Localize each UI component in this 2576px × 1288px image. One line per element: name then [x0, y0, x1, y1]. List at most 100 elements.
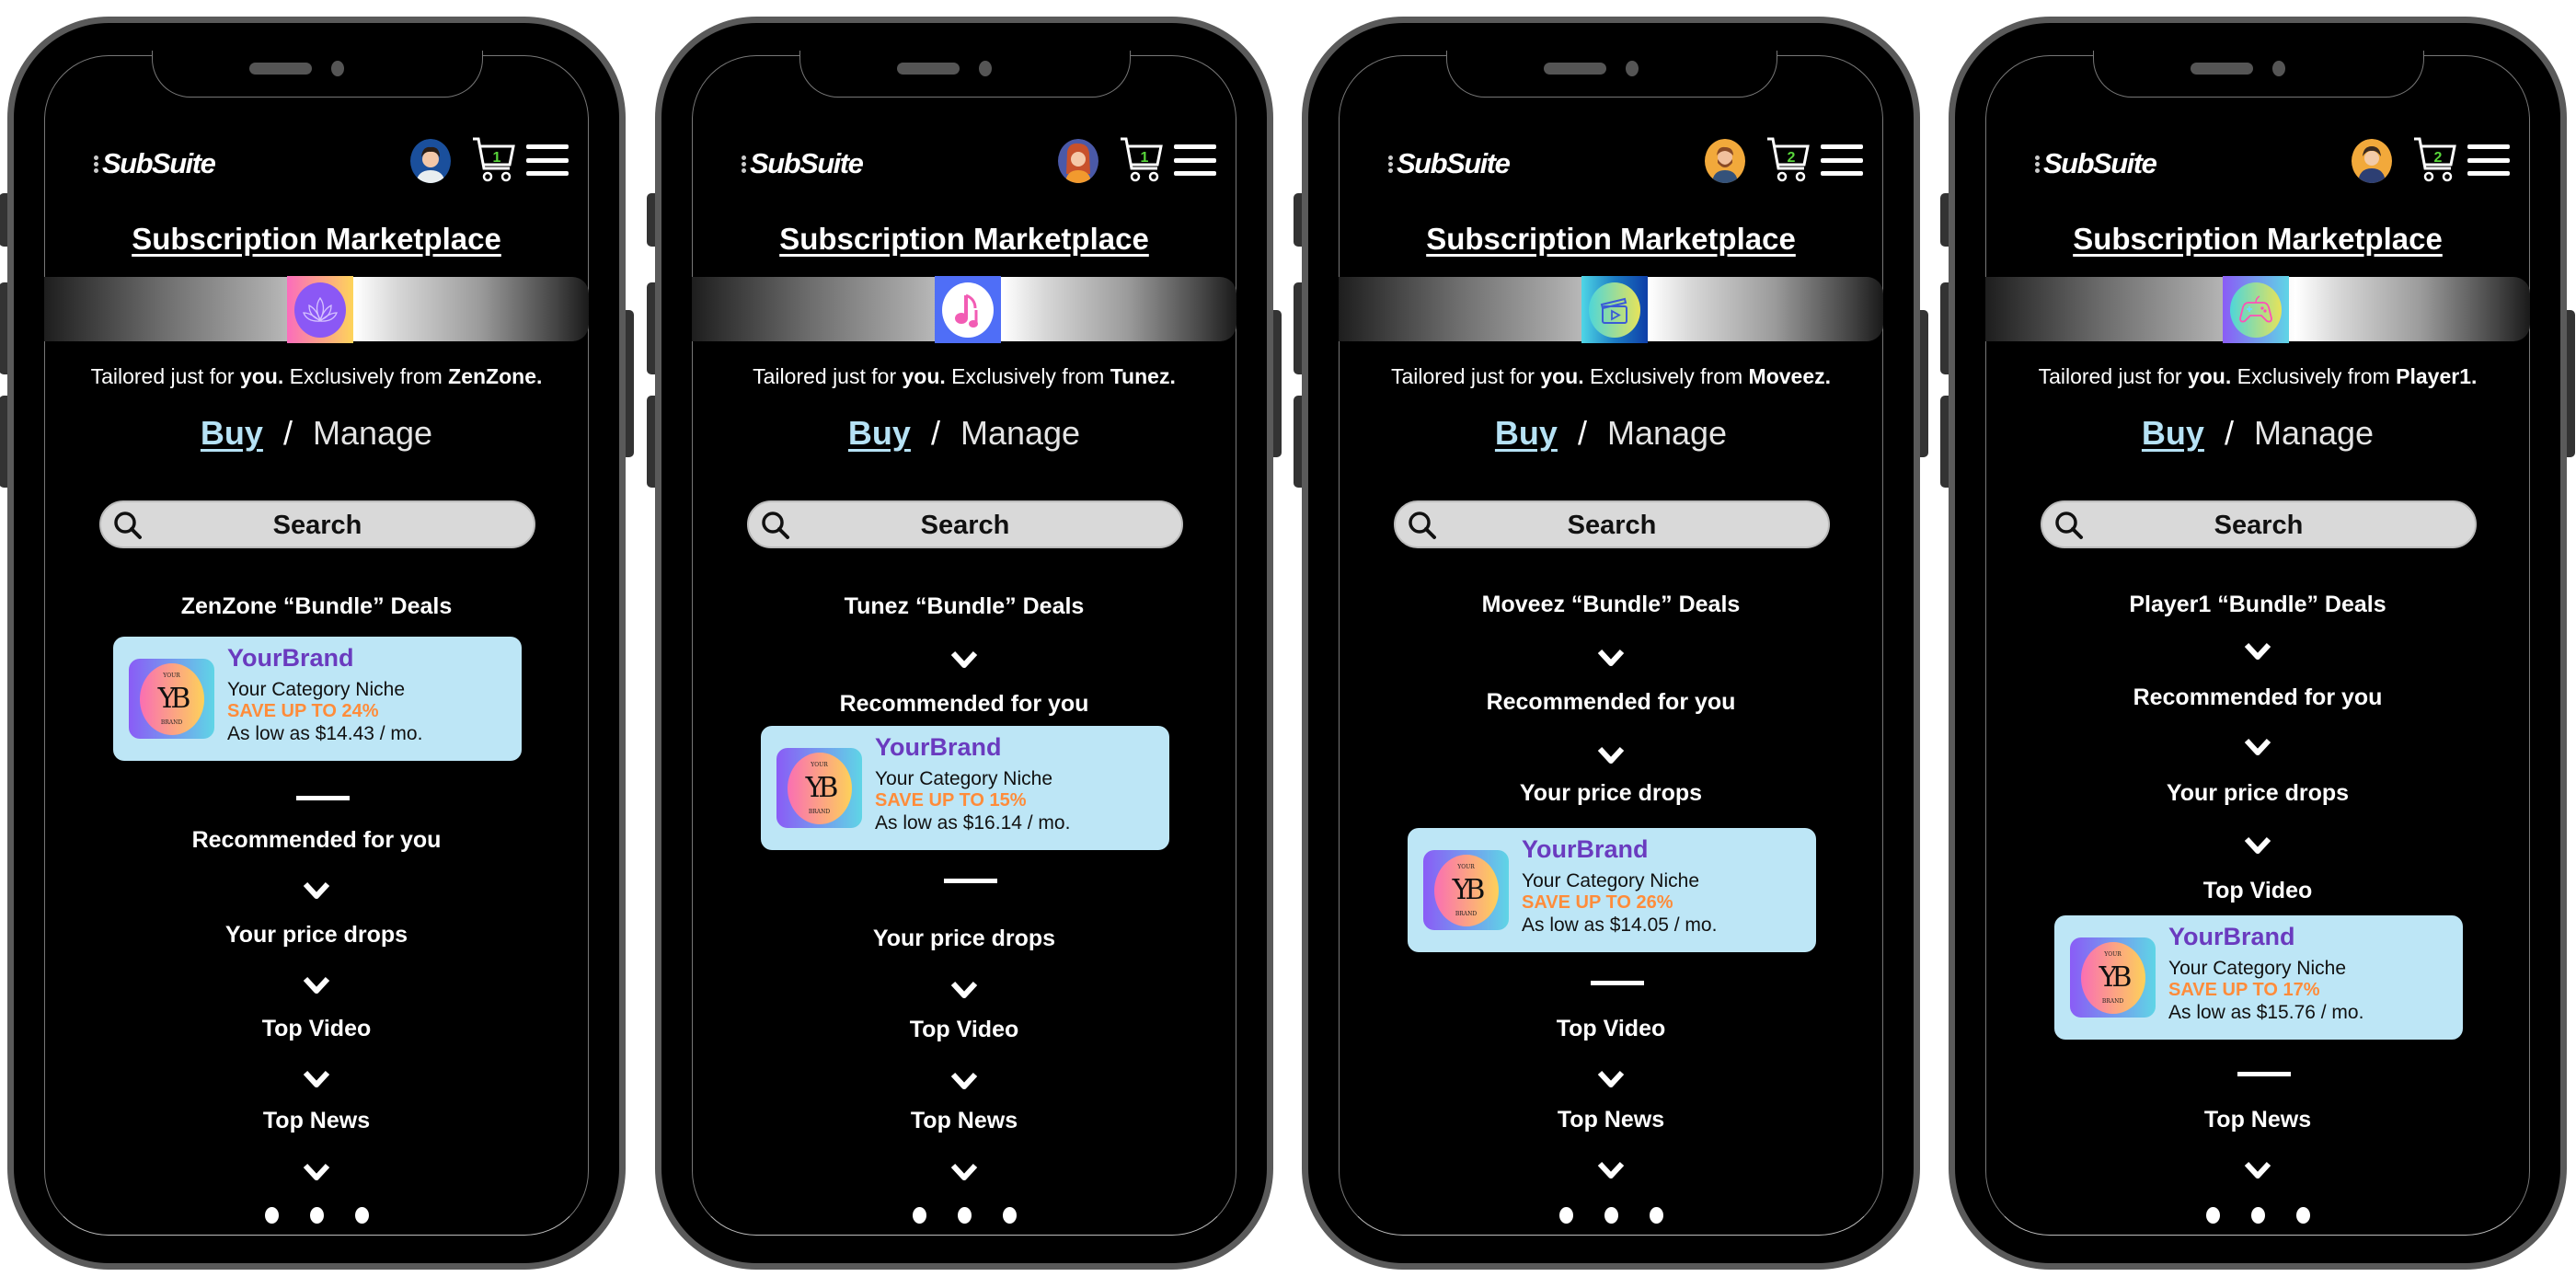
more-dots-icon[interactable]: [1955, 1207, 2560, 1224]
expand-top-news[interactable]: [1308, 1160, 1914, 1180]
user-avatar[interactable]: [410, 139, 451, 183]
section-recommended[interactable]: Recommended for you: [1955, 684, 2560, 711]
section-top-news[interactable]: Top News: [661, 1108, 1267, 1134]
collapse-bar[interactable]: [1591, 981, 1644, 985]
search-bar[interactable]: Search: [1394, 500, 1830, 548]
expand-top-video[interactable]: [14, 1069, 619, 1089]
collapse-bar[interactable]: [944, 879, 997, 883]
section-bundle-deals[interactable]: ZenZone “Bundle” Deals: [14, 593, 619, 620]
search-bar[interactable]: Search: [99, 500, 535, 548]
cart-icon[interactable]: 1: [471, 135, 515, 183]
more-dots-icon[interactable]: [661, 1207, 1267, 1224]
section-top-video[interactable]: Top Video: [1308, 1016, 1914, 1042]
tagline: Tailored just for you. Exclusively from …: [661, 364, 1267, 389]
search-bar[interactable]: Search: [747, 500, 1183, 548]
tagline-prefix: Tailored just for: [1390, 364, 1541, 388]
section-price-drops[interactable]: Your price drops: [1308, 780, 1914, 807]
subsuite-logo[interactable]: SubSuite: [2035, 147, 2157, 180]
section-top-news[interactable]: Top News: [1955, 1107, 2560, 1133]
section-recommended[interactable]: Recommended for you: [14, 827, 619, 854]
section-price-drops[interactable]: Your price drops: [14, 922, 619, 949]
expand-top-news[interactable]: [661, 1162, 1267, 1182]
hamburger-menu-icon[interactable]: [1821, 144, 1863, 176]
expand-price-drops[interactable]: [661, 980, 1267, 1000]
hamburger-menu-icon[interactable]: [526, 144, 569, 176]
section-top-video[interactable]: Top Video: [1955, 878, 2560, 904]
section-top-video[interactable]: Top Video: [14, 1016, 619, 1042]
cart-icon[interactable]: 1: [1119, 135, 1163, 183]
deal-card[interactable]: YOUR YB BRAND YourBrand Your Category Nich…: [761, 726, 1169, 850]
provider-icon-tile[interactable]: [1581, 276, 1648, 343]
deal-card[interactable]: YOUR YB BRAND YourBrand Your Category Nich…: [1408, 828, 1816, 952]
section-top-news[interactable]: Top News: [1308, 1107, 1914, 1133]
expand-bundle-deals[interactable]: [1308, 648, 1914, 668]
collapse-bar[interactable]: [2237, 1072, 2291, 1076]
expand-top-video[interactable]: [1308, 1069, 1914, 1089]
tab-separator: /: [1577, 414, 1587, 452]
user-avatar[interactable]: [1705, 139, 1745, 183]
section-recommended[interactable]: Recommended for you: [661, 691, 1267, 718]
cart-icon[interactable]: 2: [1765, 135, 1810, 183]
provider-icon-tile[interactable]: [2223, 276, 2289, 343]
tab-buy[interactable]: Buy: [2142, 414, 2204, 453]
avatar-woman-icon: [1058, 139, 1098, 183]
tab-manage[interactable]: Manage: [2254, 414, 2374, 453]
tab-separator: /: [2224, 414, 2234, 452]
tab-manage[interactable]: Manage: [960, 414, 1080, 453]
provider-icon-tile[interactable]: [287, 276, 353, 343]
logo-text: SubSuite: [2043, 147, 2157, 179]
tab-buy[interactable]: Buy: [848, 414, 911, 453]
search-input[interactable]: Search: [749, 511, 1181, 541]
user-avatar[interactable]: [2352, 139, 2392, 183]
subsuite-logo[interactable]: SubSuite: [1388, 147, 1511, 180]
expand-top-news[interactable]: [1955, 1160, 2560, 1180]
section-price-drops[interactable]: Your price drops: [661, 926, 1267, 952]
cart-count: 1: [493, 150, 501, 166]
expand-recommended[interactable]: [14, 880, 619, 901]
expand-bundle-deals[interactable]: [661, 650, 1267, 670]
cart-count: 2: [2434, 150, 2443, 166]
expand-price-drops[interactable]: [1955, 835, 2560, 856]
search-input[interactable]: Search: [101, 511, 534, 541]
chevron-down-icon: [1597, 1161, 1625, 1179]
section-top-news[interactable]: Top News: [14, 1108, 619, 1134]
chevron-down-icon: [2244, 738, 2271, 755]
chevron-down-icon: [303, 1163, 330, 1180]
subsuite-logo[interactable]: SubSuite: [742, 147, 864, 180]
user-avatar[interactable]: [1058, 139, 1098, 183]
section-top-video[interactable]: Top Video: [661, 1017, 1267, 1043]
expand-bundle-deals[interactable]: [1955, 641, 2560, 661]
provider-icon-tile[interactable]: [935, 276, 1001, 343]
expand-recommended[interactable]: [1955, 737, 2560, 757]
tagline-mid: Exclusively from: [2231, 364, 2397, 388]
tagline-mid: Exclusively from: [283, 364, 449, 388]
section-bundle-deals[interactable]: Player1 “Bundle” Deals: [1955, 592, 2560, 618]
expand-top-video[interactable]: [661, 1071, 1267, 1091]
more-dots-icon[interactable]: [1308, 1207, 1914, 1224]
hamburger-menu-icon[interactable]: [1174, 144, 1216, 176]
deal-card[interactable]: YOUR YB BRAND YourBrand Your Category Nich…: [113, 637, 522, 761]
cart-icon[interactable]: 2: [2412, 135, 2456, 183]
search-input[interactable]: Search: [1396, 511, 1828, 541]
expand-price-drops[interactable]: [14, 975, 619, 995]
tab-buy[interactable]: Buy: [201, 414, 263, 453]
hamburger-menu-icon[interactable]: [2467, 144, 2510, 176]
section-price-drops[interactable]: Your price drops: [1955, 780, 2560, 807]
mute-switch: [1940, 193, 1949, 247]
subsuite-logo[interactable]: SubSuite: [94, 147, 216, 180]
search-bar[interactable]: Search: [2041, 500, 2477, 548]
more-dots-icon[interactable]: [14, 1207, 619, 1224]
expand-recommended[interactable]: [1308, 745, 1914, 765]
tab-manage[interactable]: Manage: [313, 414, 432, 453]
search-input[interactable]: Search: [2042, 511, 2475, 541]
collapse-bar[interactable]: [296, 796, 350, 800]
deal-card[interactable]: YOUR YB BRAND YourBrand Your Category Nich…: [2054, 915, 2463, 1040]
tab-buy[interactable]: Buy: [1495, 414, 1558, 453]
section-recommended[interactable]: Recommended for you: [1308, 689, 1914, 716]
expand-top-news[interactable]: [14, 1162, 619, 1182]
tab-manage[interactable]: Manage: [1607, 414, 1727, 453]
section-bundle-deals[interactable]: Moveez “Bundle” Deals: [1308, 592, 1914, 618]
logo-mark-icon: [1388, 155, 1393, 173]
section-bundle-deals[interactable]: Tunez “Bundle” Deals: [661, 593, 1267, 620]
speaker: [2191, 63, 2253, 75]
